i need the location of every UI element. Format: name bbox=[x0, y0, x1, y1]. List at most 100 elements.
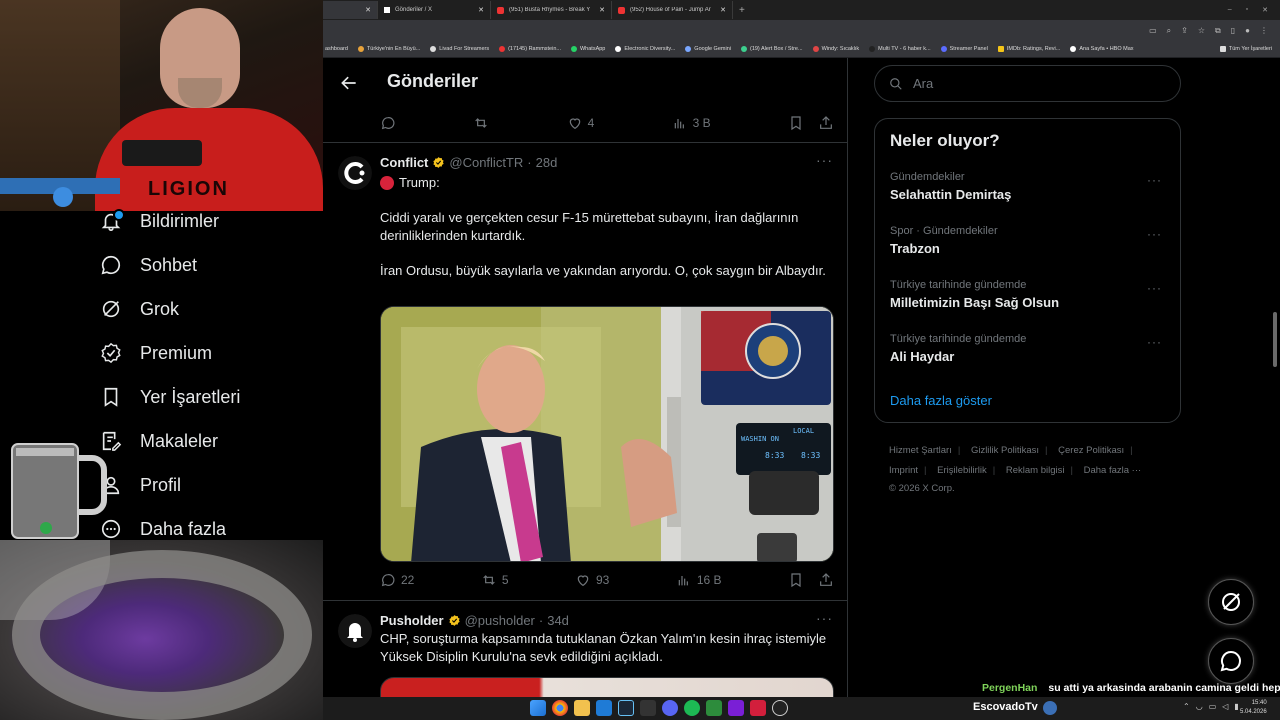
like-button[interactable]: 4 bbox=[567, 115, 594, 131]
nav-more[interactable]: Daha fazla bbox=[100, 515, 226, 543]
cast-icon[interactable]: ▭ bbox=[1149, 26, 1157, 35]
footer-link[interactable]: Çerez Politikası bbox=[1058, 445, 1124, 456]
views-button[interactable]: 16 B bbox=[676, 572, 722, 588]
close-window-icon[interactable]: ✕ bbox=[1262, 6, 1268, 14]
like-button[interactable]: 93 bbox=[575, 572, 609, 588]
bookmark[interactable]: Streamer Panel bbox=[940, 46, 988, 52]
steam-icon[interactable] bbox=[618, 700, 634, 716]
browser-tab[interactable]: Gönderiler / X ✕ bbox=[378, 1, 491, 19]
wifi-icon[interactable]: ◡ bbox=[1196, 702, 1203, 711]
bookmark[interactable]: (17145) Rammstein... bbox=[499, 46, 561, 52]
trend-item[interactable]: Gündemdekiler Selahattin Demirtaş ··· bbox=[890, 171, 1170, 202]
start-icon[interactable] bbox=[530, 700, 546, 716]
bookmark-icon[interactable] bbox=[788, 115, 804, 131]
more-options-icon[interactable]: ··· bbox=[816, 152, 833, 168]
close-icon[interactable]: ✕ bbox=[478, 6, 484, 14]
author-handle[interactable]: @ConflictTR bbox=[449, 155, 523, 170]
maximize-icon[interactable]: ▫ bbox=[1246, 6, 1248, 14]
page-scrollbar[interactable] bbox=[1273, 62, 1278, 702]
trend-item[interactable]: Türkiye tarihinde gündemde Ali Haydar ··… bbox=[890, 333, 1170, 364]
share-icon[interactable]: ⇪ bbox=[1181, 26, 1188, 35]
scrollbar-thumb[interactable] bbox=[1273, 312, 1277, 367]
reply-button[interactable]: 22 bbox=[380, 572, 414, 588]
footer-link[interactable]: Gizlilik Politikası bbox=[971, 445, 1039, 456]
bookmark[interactable]: Windy: Sıcaklık bbox=[812, 46, 859, 52]
messages-button[interactable] bbox=[1208, 638, 1254, 684]
post[interactable]: Conflict @ConflictTR · 28d ··· Trump: Ci… bbox=[323, 142, 847, 600]
menu-icon[interactable]: ⋮ bbox=[1260, 26, 1268, 35]
post-age[interactable]: 34d bbox=[547, 613, 569, 628]
epic-icon[interactable] bbox=[640, 700, 656, 716]
close-icon[interactable]: ✕ bbox=[599, 6, 605, 14]
app-icon[interactable] bbox=[706, 700, 722, 716]
new-tab-button[interactable]: + bbox=[733, 5, 751, 16]
all-bookmarks[interactable]: Tüm Yer İşaretleri bbox=[1219, 46, 1280, 52]
app-icon[interactable] bbox=[728, 700, 744, 716]
author-handle[interactable]: @pusholder bbox=[465, 613, 535, 628]
bookmark-icon[interactable] bbox=[788, 572, 804, 588]
repost-button[interactable] bbox=[473, 115, 489, 131]
profile-icon[interactable]: ● bbox=[1245, 26, 1250, 35]
footer-link[interactable]: Hizmet Şartları bbox=[889, 445, 952, 456]
footer-link[interactable]: Reklam bilgisi bbox=[1006, 465, 1065, 476]
post-media[interactable]: WASHIN ON LOCAL 8:33 8:33 bbox=[380, 306, 834, 562]
views-button[interactable]: 3 B bbox=[672, 115, 711, 131]
nav-articles[interactable]: Makaleler bbox=[100, 427, 218, 455]
star-icon[interactable]: ☆ bbox=[1198, 26, 1205, 35]
sidebar-icon[interactable]: ▯ bbox=[1231, 26, 1235, 35]
volume-icon[interactable]: ◁ bbox=[1222, 702, 1228, 711]
more-options-icon[interactable]: ··· bbox=[1147, 173, 1162, 187]
bookmark[interactable]: Ana Sayfa • HBO Max bbox=[1070, 46, 1134, 52]
author-name[interactable]: Conflict bbox=[380, 155, 428, 170]
browser-tab[interactable]: (952) House of Pain - Jump Aro ✕ bbox=[612, 1, 733, 19]
chrome-icon[interactable] bbox=[552, 700, 568, 716]
bookmark[interactable]: WhatsApp bbox=[570, 46, 605, 52]
battery-icon[interactable]: ▮ bbox=[1234, 702, 1238, 711]
discord-icon[interactable] bbox=[662, 700, 678, 716]
bookmark[interactable]: Electronic Diversity... bbox=[615, 46, 675, 52]
obs-icon[interactable] bbox=[772, 700, 788, 716]
more-options-icon[interactable]: ··· bbox=[1147, 281, 1162, 295]
avatar[interactable] bbox=[338, 614, 372, 648]
share-icon[interactable] bbox=[818, 572, 834, 588]
grok-button[interactable] bbox=[1208, 579, 1254, 625]
zoom-icon[interactable]: ⌕ bbox=[1167, 26, 1171, 36]
app-icon[interactable] bbox=[596, 700, 612, 716]
taskbar-clock[interactable]: 15:40 5.04.2026 bbox=[1240, 699, 1267, 717]
app-icon[interactable] bbox=[750, 700, 766, 716]
more-options-icon[interactable]: ··· bbox=[1147, 227, 1162, 241]
show-more-link[interactable]: Daha fazla göster bbox=[890, 393, 992, 408]
nav-premium[interactable]: Premium bbox=[100, 339, 212, 367]
share-icon[interactable] bbox=[818, 115, 834, 131]
nav-profile[interactable]: Profil bbox=[100, 471, 181, 499]
trend-item[interactable]: Spor · Gündemdekiler Trabzon ··· bbox=[890, 225, 1170, 256]
footer-link[interactable]: Imprint bbox=[889, 465, 918, 476]
more-options-icon[interactable]: ··· bbox=[816, 610, 833, 626]
display-icon[interactable]: ▭ bbox=[1209, 702, 1217, 711]
close-icon[interactable]: ✕ bbox=[720, 6, 726, 14]
nav-bookmarks[interactable]: Yer İşaretleri bbox=[100, 383, 240, 411]
browser-tab[interactable]: ✕ bbox=[323, 1, 378, 19]
minimize-icon[interactable]: – bbox=[1228, 6, 1232, 14]
bookmark[interactable]: Türkiye'nin En Büyü... bbox=[357, 46, 420, 52]
author-name[interactable]: Pusholder bbox=[380, 613, 444, 628]
more-options-icon[interactable]: ··· bbox=[1147, 335, 1162, 349]
bookmark[interactable]: IMDb: Ratings, Revi... bbox=[997, 46, 1060, 52]
repost-button[interactable]: 5 bbox=[481, 572, 509, 588]
nav-chat[interactable]: Sohbet bbox=[100, 251, 197, 279]
back-arrow-icon[interactable] bbox=[339, 73, 359, 93]
post-age[interactable]: 28d bbox=[536, 155, 558, 170]
close-icon[interactable]: ✕ bbox=[365, 6, 371, 14]
extensions-icon[interactable]: ⧉ bbox=[1215, 26, 1221, 36]
bookmark[interactable]: Livad For Streamers bbox=[430, 46, 489, 52]
spotify-icon[interactable] bbox=[684, 700, 700, 716]
folder-icon[interactable] bbox=[574, 700, 590, 716]
footer-link[interactable]: Erişilebilirlik bbox=[937, 465, 987, 476]
search-input[interactable]: Ara bbox=[874, 65, 1181, 102]
reply-button[interactable] bbox=[380, 115, 396, 131]
trend-item[interactable]: Türkiye tarihinde gündemde Milletimizin … bbox=[890, 279, 1170, 310]
bookmark[interactable]: (19) Alert Box / Stre... bbox=[740, 46, 803, 52]
nav-grok[interactable]: Grok bbox=[100, 295, 179, 323]
footer-link[interactable]: Daha fazla ··· bbox=[1084, 465, 1142, 476]
bookmark[interactable]: Multi TV - 6 haber k... bbox=[869, 46, 931, 52]
